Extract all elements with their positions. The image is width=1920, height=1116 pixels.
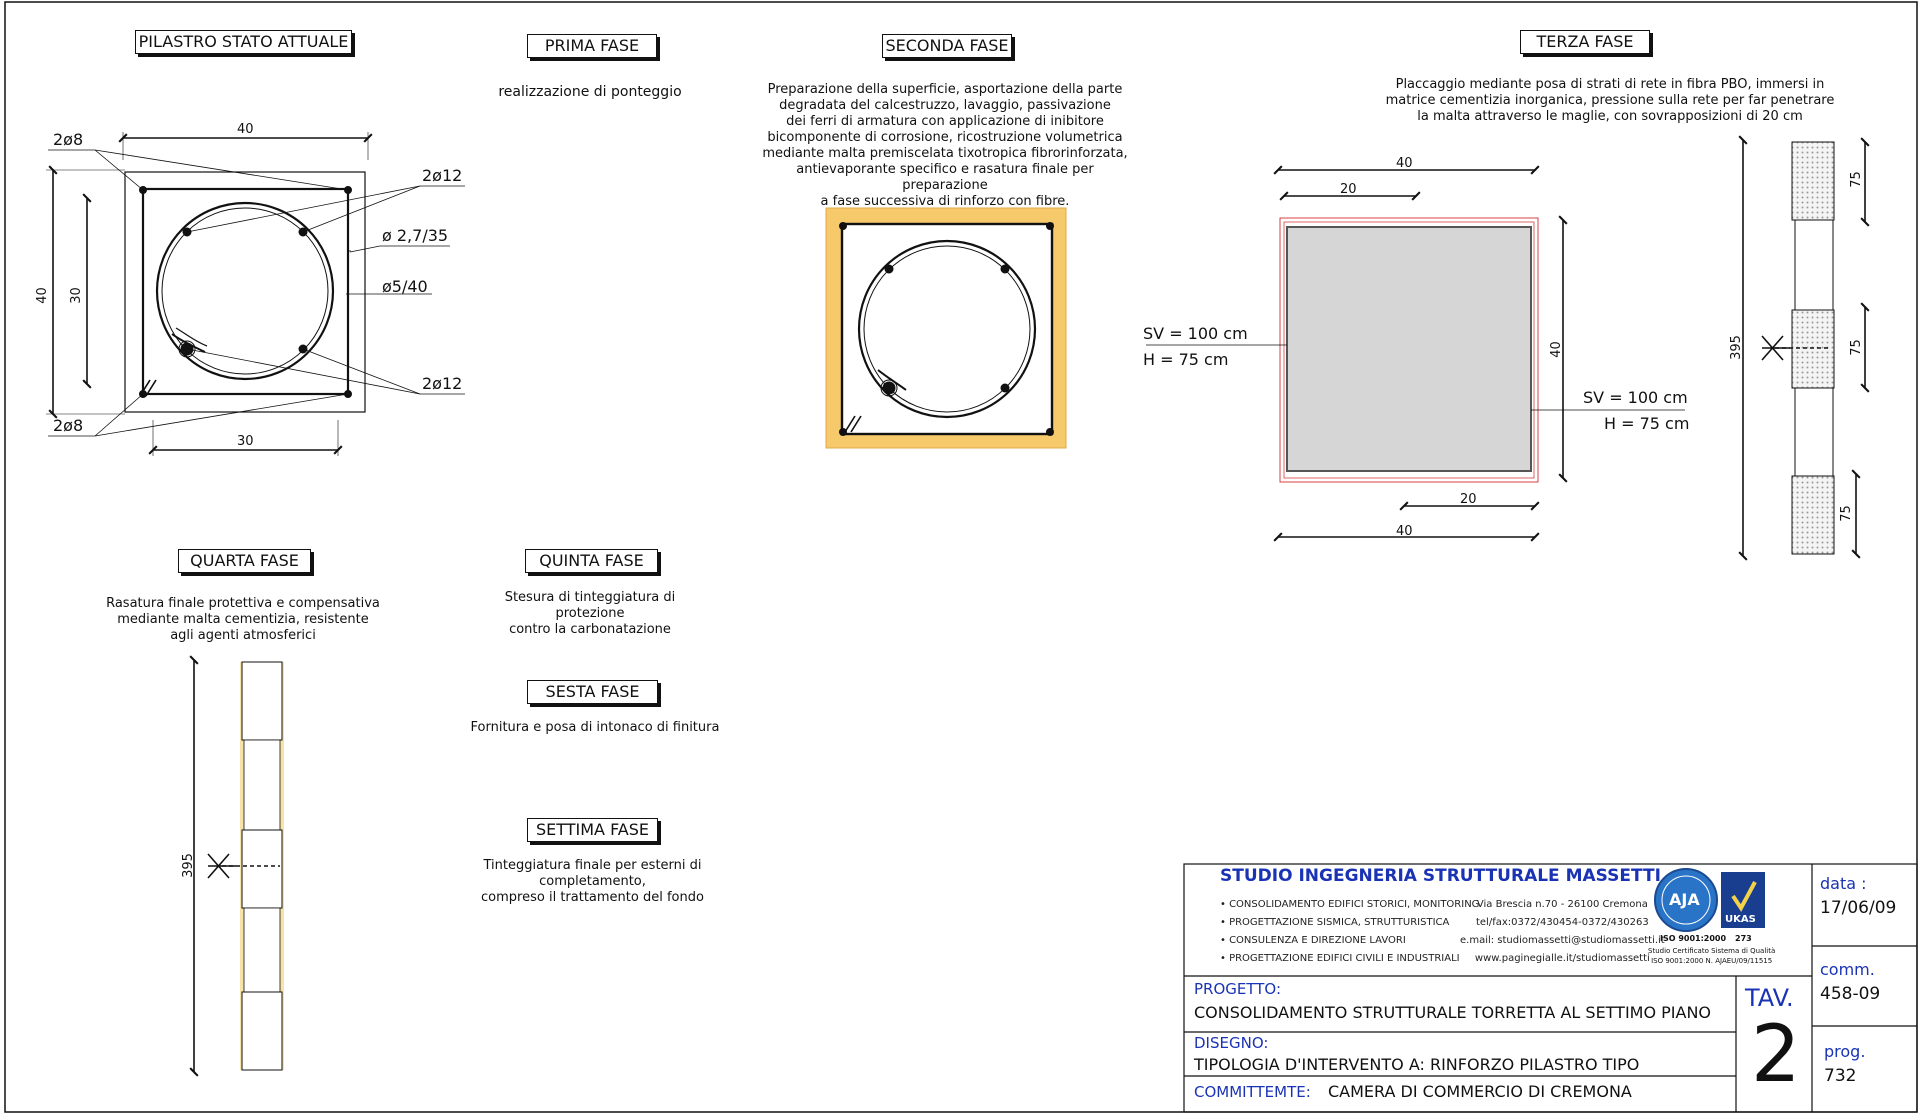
- sv-label-right: SV = 100 cm: [1583, 388, 1688, 407]
- sesta-fase-desc: Fornitura e posa di intonaco di finitura: [470, 720, 720, 735]
- desc-line: antievaporante specifico e rasatura fina…: [796, 162, 1094, 193]
- elev-dim-75-3: 75: [1838, 505, 1854, 522]
- quinta-fase-desc: Stesura di tinteggiatura di protezione c…: [470, 590, 710, 638]
- stirrup-label-2: ø5/40: [382, 277, 428, 296]
- stirrup-label-1: ø 2,7/35: [382, 226, 449, 245]
- terza-fase-elevation-drawing: [1738, 135, 1870, 561]
- settima-fase-title: SETTIMA FASE: [527, 818, 658, 842]
- cert-note-line: Studio Certificato Sistema di Qualità: [1648, 947, 1776, 955]
- terza-dim-20-top: 20: [1340, 182, 1357, 197]
- bar-label-2o12-top: 2ø12: [422, 166, 463, 185]
- dim-30-bottom: 30: [237, 434, 254, 449]
- prog-value: 732: [1824, 1066, 1857, 1086]
- committente-value: CAMERA DI COMMERCIO DI CREMONA: [1328, 1082, 1632, 1101]
- seconda-fase-drawing: [825, 207, 1067, 449]
- comm-label: comm.: [1820, 960, 1875, 979]
- elev-dim-395-terza: 395: [1728, 335, 1744, 360]
- desc-line: a fase successiva di rinforzo con fibre.: [820, 194, 1070, 209]
- iso-label: ISO 9001:2000: [1660, 934, 1727, 943]
- quarta-fase-desc: Rasatura finale protettiva e compensativ…: [105, 596, 381, 644]
- terza-dim-40-top: 40: [1396, 156, 1413, 171]
- sesta-fase-title: SESTA FASE: [527, 680, 658, 704]
- dim-40-top: 40: [237, 122, 254, 137]
- seconda-fase-title: SECONDA FASE: [882, 34, 1012, 58]
- elev-dim-75-1: 75: [1848, 171, 1864, 188]
- terza-dim-40-bottom: 40: [1396, 524, 1413, 539]
- desc-line: mediante malta cementizia, resistente: [117, 612, 369, 627]
- desc-line: Tinteggiatura finale per esterni di comp…: [483, 858, 702, 889]
- studio-name: STUDIO INGEGNERIA STRUTTURALE MASSETTI: [1220, 866, 1661, 886]
- h-label-right: H = 75 cm: [1604, 414, 1690, 433]
- cert-note: Studio Certificato Sistema di Qualità IS…: [1648, 946, 1775, 966]
- dim-30-left: 30: [68, 287, 84, 304]
- service-item: • CONSULENZA E DIREZIONE LAVORI: [1220, 935, 1406, 946]
- disegno-label: DISEGNO:: [1194, 1034, 1269, 1052]
- contact-item: www.paginegialle.it/studiomassetti: [1474, 953, 1650, 964]
- elev-dim-395-quarta: 395: [180, 853, 196, 878]
- quinta-fase-title: QUINTA FASE: [525, 549, 658, 573]
- contact-item: e.mail: studiomassetti@studiomassetti.it: [1460, 935, 1665, 946]
- service-item: • PROGETTAZIONE EDIFICI CIVILI E INDUSTR…: [1220, 953, 1460, 964]
- aja-logo-text: AJA: [1669, 890, 1700, 909]
- contact-item: tel/fax:0372/430454-0372/430263: [1475, 917, 1649, 928]
- ukas-logo-text: UKAS: [1725, 914, 1756, 925]
- prima-fase-title: PRIMA FASE: [527, 34, 657, 58]
- desc-line: degradata del calcestruzzo, lavaggio, pa…: [779, 98, 1111, 113]
- bar-label-2o8-bottom: 2ø8: [53, 416, 84, 435]
- desc-line: Preparazione della superficie, asportazi…: [767, 82, 1123, 97]
- desc-line: agli agenti atmosferici: [170, 628, 316, 643]
- bar-label-2o8-top: 2ø8: [53, 130, 84, 149]
- settima-fase-desc: Tinteggiatura finale per esterni di comp…: [430, 858, 755, 906]
- quarta-fase-elevation-drawing: [189, 655, 284, 1077]
- contacts-list: Via Brescia n.70 - 26100 Cremona tel/fax…: [1460, 896, 1665, 968]
- bar-label-2o12-bottom: 2ø12: [422, 374, 463, 393]
- services-list: • CONSOLIDAMENTO EDIFICI STORICI, MONITO…: [1220, 896, 1479, 968]
- data-value: 17/06/09: [1820, 898, 1897, 918]
- desc-line: la malta attraverso le maglie, con sovra…: [1417, 109, 1803, 124]
- tav-number: 2: [1751, 1010, 1801, 1100]
- terza-dim-40-right: 40: [1548, 341, 1564, 358]
- progetto-label: PROGETTO:: [1194, 980, 1282, 998]
- data-label: data :: [1820, 874, 1867, 893]
- disegno-value: TIPOLOGIA D'INTERVENTO A: RINFORZO PILAS…: [1194, 1055, 1640, 1074]
- terza-dim-20-bottom: 20: [1460, 492, 1477, 507]
- prima-fase-desc: realizzazione di ponteggio: [498, 84, 682, 100]
- desc-line: contro la carbonatazione: [509, 622, 671, 637]
- dim-40-left: 40: [34, 287, 50, 304]
- tav-label: TAV.: [1745, 984, 1794, 1012]
- desc-line: compreso il trattamento del fondo: [481, 890, 704, 905]
- seconda-fase-desc: Preparazione della superficie, asportazi…: [760, 82, 1130, 210]
- desc-line: bicomponente di corrosione, ricostruzion…: [767, 130, 1123, 145]
- desc-line: matrice cementizia inorganica, pressione…: [1385, 93, 1835, 108]
- desc-line: dei ferri di armatura con applicazione d…: [786, 114, 1104, 129]
- committente-label: COMMITTEMTE:: [1194, 1083, 1311, 1101]
- h-label-left: H = 75 cm: [1143, 350, 1229, 369]
- terza-fase-desc: Placcaggio mediante posa di strati di re…: [1380, 77, 1840, 125]
- pilastro-title: PILASTRO STATO ATTUALE: [135, 30, 352, 54]
- cert-number: 273: [1735, 934, 1752, 943]
- quarta-fase-title: QUARTA FASE: [178, 549, 311, 573]
- progetto-value: CONSOLIDAMENTO STRUTTURALE TORRETTA AL S…: [1194, 1003, 1712, 1022]
- service-item: • PROGETTAZIONE SISMICA, STRUTTURISTICA: [1220, 917, 1450, 928]
- desc-line: Placcaggio mediante posa di strati di re…: [1395, 77, 1825, 92]
- desc-line: mediante malta premiscelata tixotropica …: [762, 146, 1128, 161]
- sv-label-left: SV = 100 cm: [1143, 324, 1248, 343]
- contact-item: Via Brescia n.70 - 26100 Cremona: [1476, 899, 1648, 910]
- desc-line: Rasatura finale protettiva e compensativ…: [106, 596, 380, 611]
- cert-note-line: ISO 9001:2000 N. AJAEU/09/11515: [1651, 957, 1773, 965]
- prog-label: prog.: [1824, 1042, 1866, 1061]
- elev-dim-75-2: 75: [1848, 339, 1864, 356]
- terza-fase-title: TERZA FASE: [1520, 30, 1650, 54]
- desc-line: Stesura di tinteggiatura di protezione: [504, 590, 676, 621]
- comm-value: 458-09: [1820, 984, 1881, 1004]
- service-item: • CONSOLIDAMENTO EDIFICI STORICI, MONITO…: [1220, 899, 1480, 910]
